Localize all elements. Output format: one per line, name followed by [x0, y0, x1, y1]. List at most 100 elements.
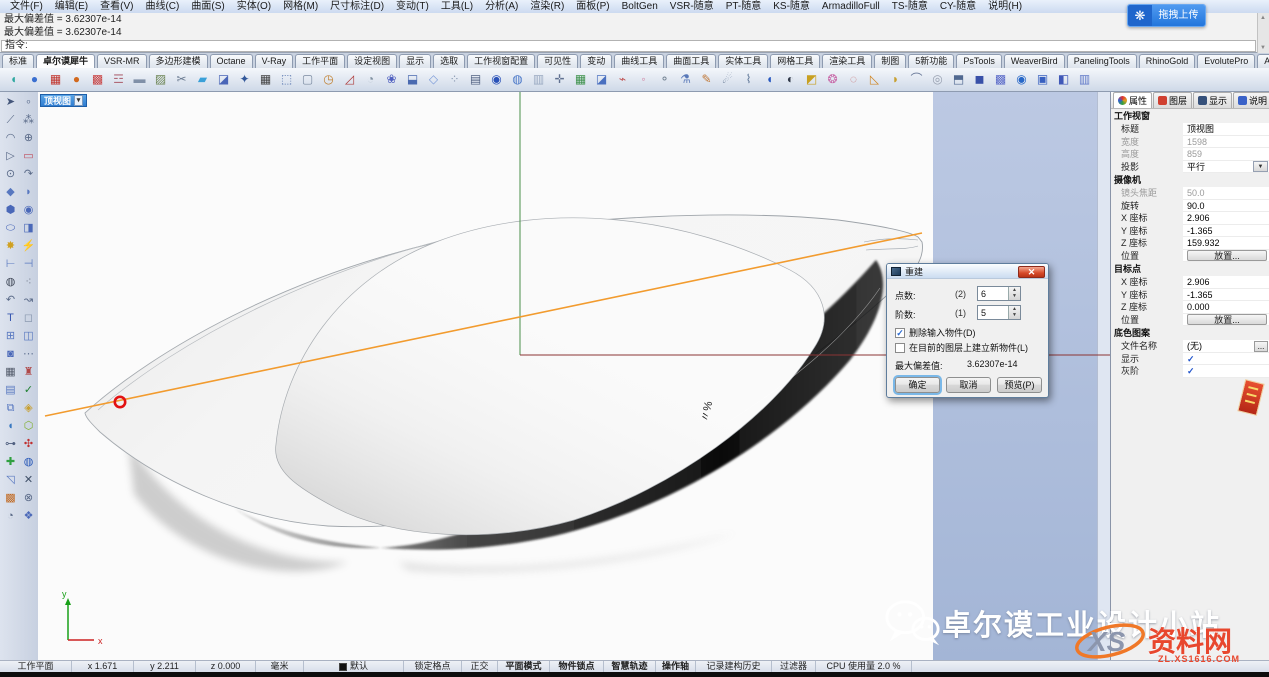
sidebar-tool-icon[interactable]: ◍: [20, 454, 37, 471]
sidebar-tool-icon[interactable]: ↷: [20, 166, 37, 183]
checkbox-checked-icon[interactable]: ✓: [1187, 354, 1195, 364]
statusbar-item[interactable]: y 2.211: [134, 661, 196, 672]
sidebar-tool-icon[interactable]: ◈: [20, 400, 37, 417]
sidebar-tool-icon[interactable]: ⬢: [2, 202, 19, 219]
toolbar-tab[interactable]: 渲染工具: [822, 54, 872, 68]
toolbar-icon[interactable]: ▥: [529, 70, 548, 89]
dialog-button[interactable]: 预览(P): [997, 377, 1042, 393]
statusbar-item[interactable]: CPU 使用量 2.0 %: [816, 661, 912, 672]
dialog-checkbox-row[interactable]: 在目前的图层上建立新物件(L): [895, 341, 1028, 354]
menu-item[interactable]: 工具(L): [435, 0, 479, 13]
property-value[interactable]: 放置...: [1183, 250, 1269, 263]
toolbar-icon[interactable]: ⚗: [676, 70, 695, 89]
sidebar-tool-icon[interactable]: ◖: [2, 418, 19, 435]
toolbar-icon[interactable]: ▦: [46, 70, 65, 89]
toolbar-icon[interactable]: ◉: [1012, 70, 1031, 89]
toolbar-icon[interactable]: ⬚: [277, 70, 296, 89]
toolbar-tab[interactable]: 多边形建模: [149, 54, 208, 68]
toolbar-icon[interactable]: ☲: [109, 70, 128, 89]
toolbar-icon[interactable]: ▥: [1075, 70, 1094, 89]
property-value[interactable]: (无)...: [1183, 340, 1269, 353]
sidebar-tool-icon[interactable]: ➤: [2, 94, 19, 111]
toolbar-tab[interactable]: 变动: [580, 54, 612, 68]
sidebar-tool-icon[interactable]: ◫: [20, 328, 37, 345]
sidebar-tool-icon[interactable]: ∘: [20, 94, 37, 111]
sidebar-tool-icon[interactable]: ▭: [20, 148, 37, 165]
toolbar-icon[interactable]: ✦: [235, 70, 254, 89]
property-value[interactable]: 859: [1183, 148, 1269, 161]
menu-item[interactable]: 曲面(S): [185, 0, 230, 13]
sidebar-tool-icon[interactable]: ◉: [20, 202, 37, 219]
property-value[interactable]: 90.0: [1183, 200, 1269, 213]
checkbox-unchecked-icon[interactable]: [895, 343, 905, 353]
sidebar-tool-icon[interactable]: ⟋: [2, 112, 19, 129]
toolbar-icon[interactable]: ▦: [571, 70, 590, 89]
toolbar-tab[interactable]: 工作平面: [295, 54, 345, 68]
scroll-up-icon[interactable]: ▲: [1260, 15, 1266, 21]
toolbar-tab[interactable]: 制图: [874, 54, 906, 68]
dialog-checkbox-row[interactable]: ✓删除输入物件(D): [895, 326, 976, 339]
command-input[interactable]: 指令:: [1, 40, 1256, 52]
sidebar-tool-icon[interactable]: ⬭: [2, 220, 19, 237]
toolbar-tab[interactable]: WeaverBird: [1004, 54, 1065, 68]
menu-item[interactable]: 曲线(C): [139, 0, 185, 13]
toolbar-icon[interactable]: ⬒: [949, 70, 968, 89]
toolbar-icon[interactable]: ◖: [4, 70, 23, 89]
panel-tab-显示[interactable]: 显示: [1193, 92, 1232, 108]
panel-tab-图层[interactable]: 图层: [1153, 92, 1192, 108]
toolbar-icon[interactable]: ▩: [991, 70, 1010, 89]
sidebar-tool-icon[interactable]: ⬡: [20, 418, 37, 435]
toolbar-icon[interactable]: ◖: [760, 70, 779, 89]
sidebar-tool-icon[interactable]: ↶: [2, 292, 19, 309]
toolbar-tab[interactable]: 实体工具: [718, 54, 768, 68]
toolbar-icon[interactable]: ⌁: [613, 70, 632, 89]
property-value[interactable]: -1.365: [1183, 289, 1269, 302]
toolbar-tab[interactable]: 曲线工具: [614, 54, 664, 68]
menu-item[interactable]: KS-随意: [767, 0, 816, 13]
toolbar-icon[interactable]: ⌇: [739, 70, 758, 89]
sidebar-tool-icon[interactable]: ⋯: [20, 346, 37, 363]
toolbar-tab[interactable]: PanelingTools: [1067, 54, 1137, 68]
sidebar-tool-icon[interactable]: ◨: [20, 220, 37, 237]
param-spinner-input[interactable]: 5▲ ▼: [977, 305, 1021, 320]
car-body[interactable]: 〃%: [85, 215, 923, 550]
statusbar-item[interactable]: x 1.671: [72, 661, 134, 672]
property-value[interactable]: 放置...: [1183, 314, 1269, 327]
dialog-titlebar[interactable]: 重建 ✕: [887, 264, 1048, 279]
menu-item[interactable]: VSR-随意: [664, 0, 720, 13]
toolbar-icon[interactable]: ◧: [1054, 70, 1073, 89]
property-value[interactable]: 159.932: [1183, 237, 1269, 250]
dialog-button[interactable]: 取消: [946, 377, 991, 393]
sidebar-tool-icon[interactable]: ⊞: [2, 328, 19, 345]
sidebar-tool-icon[interactable]: ✣: [20, 436, 37, 453]
toolbar-icon[interactable]: ◼: [970, 70, 989, 89]
toolbar-icon[interactable]: ▩: [88, 70, 107, 89]
toolbar-icon[interactable]: ◿: [340, 70, 359, 89]
toolbar-icon[interactable]: ▢: [298, 70, 317, 89]
toolbar-tab[interactable]: 工作视窗配置: [467, 54, 535, 68]
menu-item[interactable]: 渲染(R): [524, 0, 570, 13]
toolbar-icon[interactable]: ✂: [172, 70, 191, 89]
sidebar-tool-icon[interactable]: ⊗: [20, 490, 37, 507]
sidebar-tool-icon[interactable]: ▷: [2, 148, 19, 165]
close-icon[interactable]: ✕: [1018, 266, 1045, 278]
menu-item[interactable]: 变动(T): [390, 0, 435, 13]
sidebar-tool-icon[interactable]: ◍: [2, 274, 19, 291]
toolbar-tab[interactable]: 标准: [2, 54, 34, 68]
sidebar-tool-icon[interactable]: ▦: [2, 364, 19, 381]
toolbar-icon[interactable]: ◍: [508, 70, 527, 89]
ok-button[interactable]: 确定: [895, 377, 940, 393]
panel-tab-属性[interactable]: 属性: [1113, 92, 1152, 108]
toolbar-icon[interactable]: ⬓: [403, 70, 422, 89]
toolbar-tab[interactable]: EvolutePro: [1197, 54, 1255, 68]
sidebar-tool-icon[interactable]: ⊙: [2, 166, 19, 183]
toolbar-icon[interactable]: ◎: [928, 70, 947, 89]
toolbar-icon[interactable]: ◪: [214, 70, 233, 89]
menu-item[interactable]: 编辑(E): [49, 0, 94, 13]
toolbar-icon[interactable]: ◩: [802, 70, 821, 89]
toolbar-icon[interactable]: ☄: [718, 70, 737, 89]
toolbar-tab[interactable]: PsTools: [956, 54, 1002, 68]
statusbar-item[interactable]: 过滤器: [772, 661, 816, 672]
menu-item[interactable]: 文件(F): [4, 0, 49, 13]
toolbar-icon[interactable]: ▤: [466, 70, 485, 89]
